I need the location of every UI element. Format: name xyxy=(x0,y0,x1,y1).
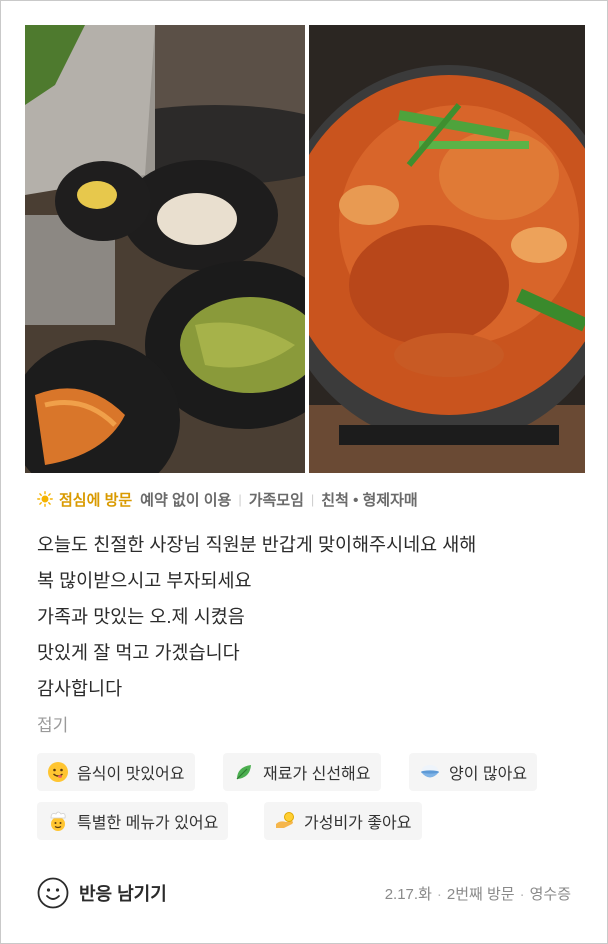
divider: | xyxy=(310,491,315,507)
visit-tag: 가족모임 xyxy=(248,491,304,509)
smile-icon xyxy=(37,877,69,909)
sun-icon xyxy=(37,491,53,507)
review-photos xyxy=(25,25,585,473)
keyword-label: 재료가 신선해요 xyxy=(263,766,371,783)
visit-tag: 친척 • 형제자매 xyxy=(321,491,418,509)
rice-bowl-icon xyxy=(421,765,439,778)
coin-hand-icon xyxy=(276,812,294,828)
review-line: 감사합니다 xyxy=(37,678,123,699)
keyword-label: 음식이 맛있어요 xyxy=(77,766,185,783)
visit-tag: 예약 없이 이용 xyxy=(140,491,232,509)
review-card: 점심에 방문 예약 없이 이용 | 가족모임 | 친척 • 형제자매 오늘도 친… xyxy=(0,0,608,944)
leaf-icon xyxy=(236,765,251,780)
dot-separator: · xyxy=(519,886,525,903)
visit-date: 2.17.화 xyxy=(384,886,432,903)
review-line: 오늘도 친절한 사장님 직원분 반갑게 맞이해주시네요 새해 xyxy=(37,534,477,555)
keyword-chip-taste: 음식이 맛있어요 xyxy=(37,753,195,791)
fold-button[interactable]: 접기 xyxy=(37,711,68,736)
keyword-chip-value: 가성비가 좋아요 xyxy=(264,802,422,840)
leave-reaction-button[interactable]: 반응 남기기 xyxy=(37,877,167,909)
photo-main-dish[interactable] xyxy=(309,25,585,473)
keyword-chip-fresh: 재료가 신선해요 xyxy=(223,753,381,791)
visit-meta: 2.17.화 · 2번째 방문 · 영수증 xyxy=(385,883,571,904)
keyword-chip-special: 특별한 메뉴가 있어요 xyxy=(37,802,229,840)
keyword-label: 가성비가 좋아요 xyxy=(304,815,412,832)
keyword-label: 양이 많아요 xyxy=(449,766,528,783)
visit-info: 점심에 방문 예약 없이 이용 | 가족모임 | 친척 • 형제자매 xyxy=(37,488,418,510)
leave-reaction-label: 반응 남기기 xyxy=(79,884,167,904)
review-line: 가족과 맛있는 오.제 시켰음 xyxy=(37,606,245,627)
divider: | xyxy=(238,491,242,507)
keyword-chip-portion: 양이 많아요 xyxy=(409,753,538,791)
photo-side-dishes[interactable] xyxy=(25,25,305,473)
receipt-verification: 영수증 xyxy=(529,886,571,903)
yummy-face-icon xyxy=(48,762,68,782)
visit-count: 2번째 방문 xyxy=(446,886,515,903)
chef-icon xyxy=(50,811,66,831)
review-line: 복 많이받으시고 부자되세요 xyxy=(37,570,252,591)
review-line: 맛있게 잘 먹고 가겠습니다 xyxy=(37,642,240,663)
review-text: 오늘도 친절한 사장님 직원분 반갑게 맞이해주시네요 새해 복 많이받으시고 … xyxy=(37,527,577,707)
keyword-label: 특별한 메뉴가 있어요 xyxy=(77,815,219,832)
dot-separator: · xyxy=(436,886,442,903)
visit-time: 점심에 방문 xyxy=(59,491,133,509)
